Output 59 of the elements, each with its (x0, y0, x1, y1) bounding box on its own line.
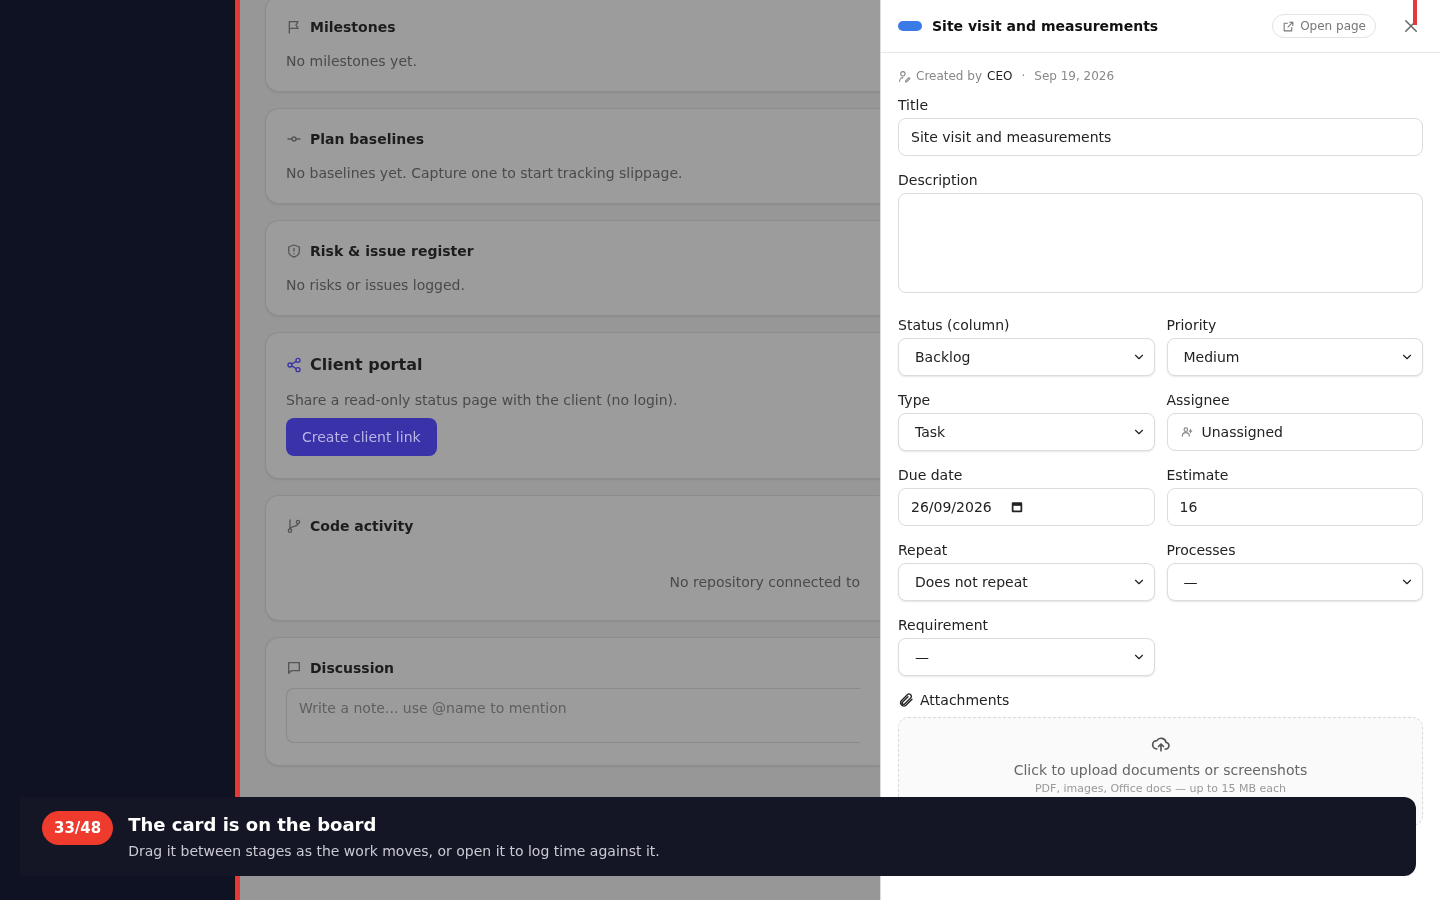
field-label: Estimate (1166, 467, 1230, 483)
share-icon (286, 356, 302, 373)
flag-icon (286, 19, 302, 35)
field-label: Due date (898, 467, 964, 483)
paperclip-icon (898, 692, 914, 708)
upload-cloud-icon (1150, 734, 1171, 754)
field-label: Type (898, 392, 932, 408)
field-label: Repeat (898, 542, 949, 558)
external-link-icon (1282, 19, 1296, 33)
drawer-title: Site visit and measurements (932, 18, 1160, 34)
assignee-field[interactable]: Unassigned (1166, 413, 1423, 451)
chat-icon (286, 660, 302, 676)
create-link-button[interactable]: Create client link (286, 418, 437, 456)
close-icon (1402, 17, 1420, 35)
label-pill (898, 21, 922, 31)
text-field[interactable]: 16 (1166, 488, 1423, 526)
shield-icon (286, 243, 302, 259)
card-title: Milestones (310, 19, 396, 35)
description-field[interactable] (898, 193, 1423, 293)
field-label: Processes (1166, 542, 1237, 558)
select-field[interactable]: Does not repeat (898, 563, 1155, 601)
user-edit-icon (898, 69, 911, 83)
card-title: Discussion (310, 660, 395, 676)
person-icon (1179, 425, 1194, 439)
field-label: Assignee (1166, 392, 1231, 408)
date-field[interactable]: 26/09/2026 (898, 488, 1155, 526)
created-by-label: Created by (916, 69, 983, 83)
field-label: Priority (1166, 317, 1218, 333)
creator-name: CEO (987, 69, 1013, 83)
card-title: Plan baselines (310, 131, 425, 147)
title-field[interactable]: Site visit and measurements (898, 118, 1423, 156)
attachments-label: Attachments (920, 692, 1010, 708)
branch-icon (286, 518, 302, 534)
toast-title: The card is on the board (128, 814, 378, 835)
toast-text: Drag it between stages as the work moves, or open it to log time against it. (128, 843, 660, 859)
card-text: No repository connected to (668, 573, 860, 592)
field-label: Description (898, 172, 979, 188)
card-title: Risk & issue register (310, 243, 474, 259)
select-field[interactable]: Backlog (898, 338, 1155, 376)
upload-hint: PDF, images, Office docs — up to 15 MB each (1034, 782, 1286, 795)
select-field[interactable]: Task (898, 413, 1155, 451)
separator-dot: · (1020, 69, 1027, 83)
card-title: Client portal (310, 355, 423, 374)
calendar-icon (1009, 500, 1024, 514)
field-label: Status (column) (898, 317, 1011, 333)
open-page-button[interactable]: Open page (1272, 14, 1376, 38)
card-text: No risks or issues logged. (286, 277, 466, 293)
card-title: Code activity (310, 518, 414, 534)
card-text: No milestones yet. (286, 53, 418, 69)
step-badge: 33/48 (42, 811, 114, 845)
field-label: Title (898, 97, 929, 113)
select-field[interactable]: Medium (1166, 338, 1423, 376)
select-field[interactable]: — (1166, 563, 1423, 601)
upload-text: Click to upload documents or screenshots (1013, 762, 1308, 778)
select-field[interactable]: — (898, 638, 1155, 676)
field-label: Requirement (898, 617, 990, 633)
created-date: Sep 19, 2026 (1034, 69, 1115, 83)
card-text: No baselines yet. Capture one to start tracking slippage. (286, 165, 684, 181)
card-text: Share a read-only status page with the client (no login). (286, 392, 679, 408)
